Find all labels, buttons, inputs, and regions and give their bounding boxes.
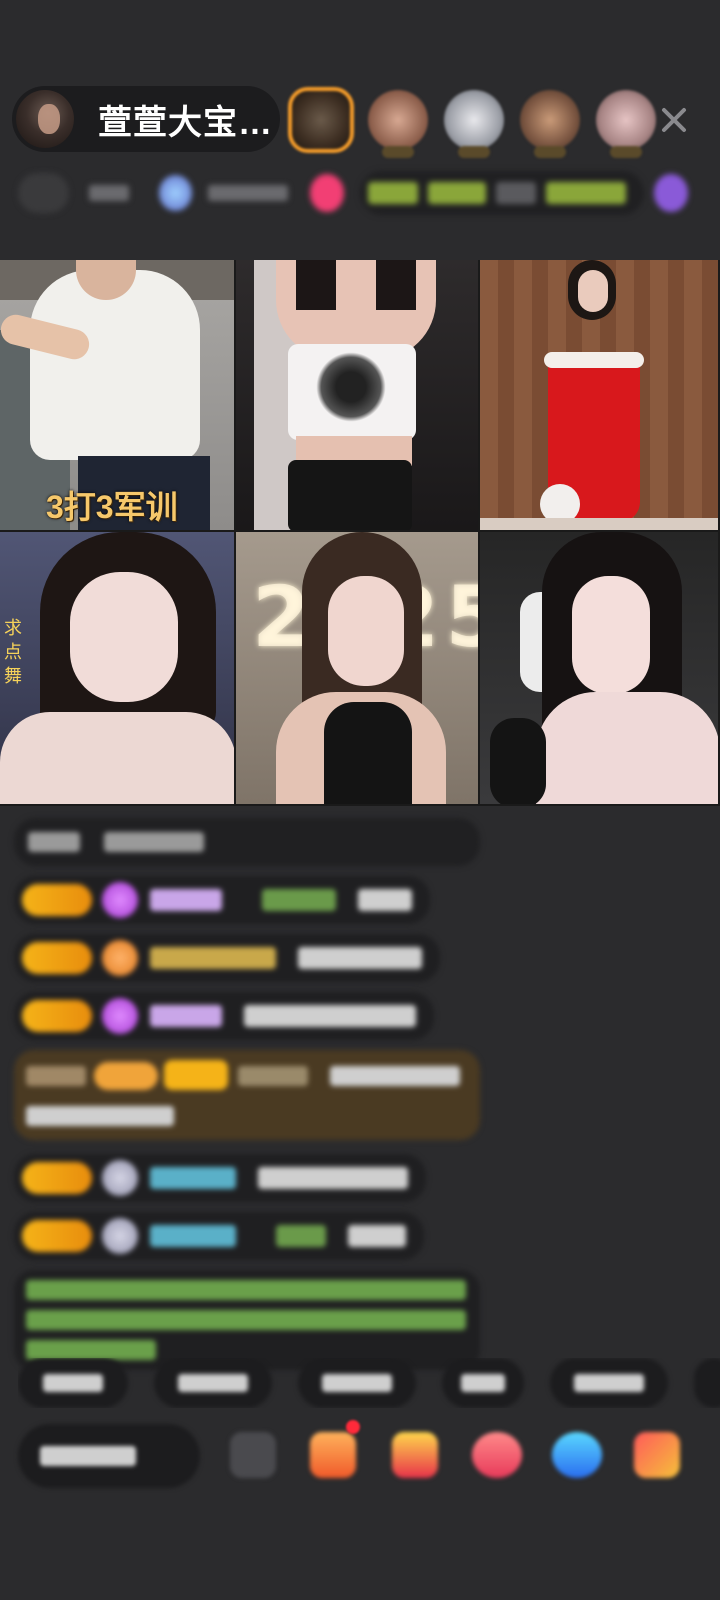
- level-badge: [22, 1220, 92, 1252]
- rank-badge[interactable]: [18, 173, 70, 213]
- viewer-avatar-1[interactable]: [288, 87, 354, 153]
- level-badge: [22, 942, 92, 974]
- quick-chip[interactable]: [298, 1358, 416, 1408]
- chat-list[interactable]: [14, 818, 494, 1370]
- share-icon[interactable]: [552, 1432, 602, 1478]
- video-tile-5[interactable]: 2025: [236, 532, 480, 806]
- top-viewers-list: [288, 84, 672, 158]
- video-tile-4[interactable]: 求点舞: [0, 532, 236, 806]
- gem-icon: [102, 1218, 138, 1254]
- pk-icon[interactable]: [309, 174, 344, 212]
- viewer-avatar-5[interactable]: [596, 90, 656, 158]
- comment-input[interactable]: [18, 1424, 200, 1488]
- quick-chip[interactable]: [18, 1358, 128, 1408]
- host-avatar[interactable]: [14, 88, 76, 150]
- activity-banner[interactable]: [359, 171, 644, 215]
- quick-chip[interactable]: [154, 1358, 272, 1408]
- viewer-avatar-3[interactable]: [444, 90, 504, 158]
- chat-highlight-message[interactable]: [14, 1050, 480, 1140]
- gift-wall-icon[interactable]: [653, 174, 688, 212]
- chat-message[interactable]: [14, 934, 440, 982]
- room-info-row: [18, 168, 688, 218]
- fans-club-icon[interactable]: [159, 175, 192, 211]
- host-name: 萱萱大宝…: [98, 103, 273, 142]
- video-tile-6[interactable]: [480, 532, 720, 806]
- bottom-toolbar: [0, 1418, 720, 1494]
- level-badge: [22, 1162, 92, 1194]
- quick-reply-chips: [18, 1358, 720, 1408]
- chat-message[interactable]: [14, 992, 434, 1040]
- emoji-icon[interactable]: [230, 1432, 276, 1478]
- heart-icon[interactable]: [472, 1432, 522, 1478]
- chat-message[interactable]: [14, 1154, 426, 1202]
- fan-badge-icon: [102, 940, 138, 976]
- more-icon[interactable]: [634, 1432, 680, 1478]
- gem-icon: [102, 882, 138, 918]
- level-badge: [22, 1000, 92, 1032]
- gem-icon: [102, 1160, 138, 1196]
- tile-caption: 3打3军训: [46, 489, 178, 525]
- gift-box-icon[interactable]: [392, 1432, 438, 1478]
- chat-message[interactable]: [14, 1212, 424, 1260]
- notification-dot: [346, 1420, 360, 1434]
- video-tile-1[interactable]: 3打3军训: [0, 260, 236, 532]
- close-icon[interactable]: [650, 96, 698, 144]
- quick-chip[interactable]: [550, 1358, 668, 1408]
- multi-guest-video-grid: 3打3军训 求点舞 2025: [0, 260, 720, 806]
- chat-message[interactable]: [14, 876, 430, 924]
- shopping-bag-icon[interactable]: [310, 1432, 356, 1478]
- room-stat: [77, 173, 141, 213]
- video-tile-3[interactable]: [480, 260, 720, 532]
- level-badge: [22, 884, 92, 916]
- gem-icon: [102, 998, 138, 1034]
- viewer-avatar-2[interactable]: [368, 90, 428, 158]
- host-info-pill[interactable]: 萱萱大宝…: [12, 86, 280, 152]
- viewer-avatar-4[interactable]: [520, 90, 580, 158]
- quick-chip[interactable]: [694, 1358, 720, 1408]
- video-tile-2[interactable]: [236, 260, 480, 532]
- chat-system-notice: [14, 818, 480, 866]
- tile-side-text: 求点舞: [4, 618, 22, 686]
- quick-chip[interactable]: [442, 1358, 524, 1408]
- chat-room-notice: [14, 1270, 480, 1370]
- fans-club-stat: [196, 173, 300, 213]
